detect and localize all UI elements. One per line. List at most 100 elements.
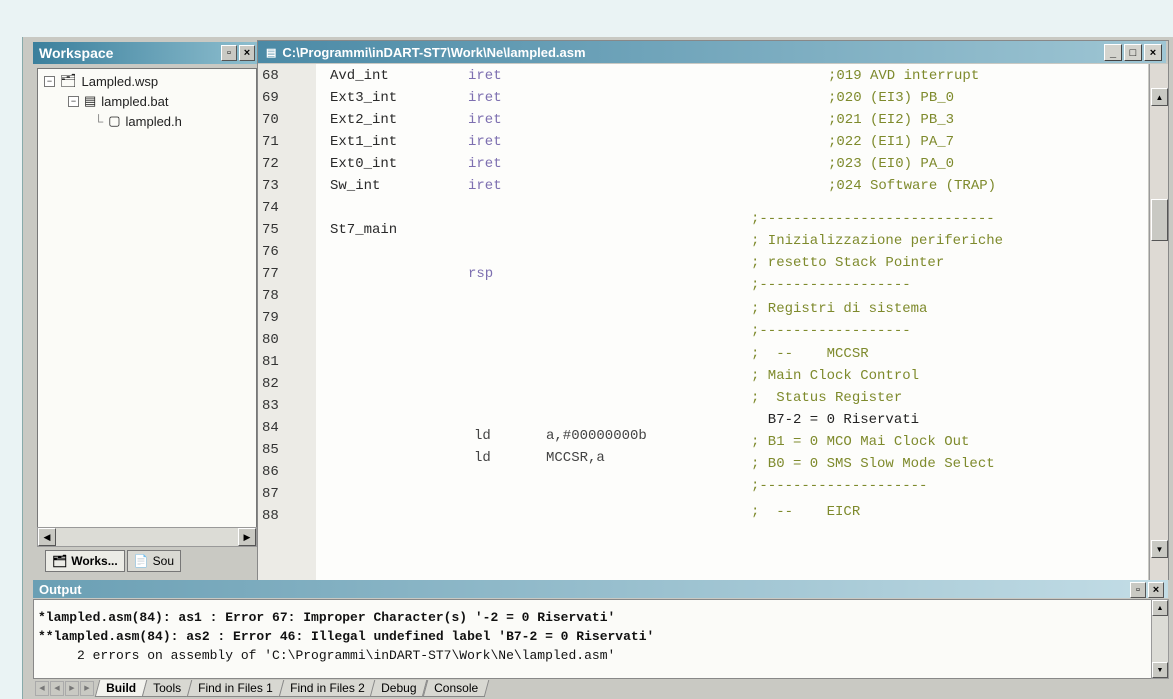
line-number: 73 bbox=[262, 178, 279, 194]
minimize-icon[interactable]: _ bbox=[1104, 44, 1122, 61]
workspace-icon: 🗂 bbox=[52, 554, 68, 568]
tab-build[interactable]: Build bbox=[94, 679, 148, 697]
tab-debug[interactable]: Debug bbox=[370, 679, 429, 697]
tree-branch-icon: └ bbox=[94, 113, 104, 129]
workspace-file-icon: 🗂 bbox=[60, 73, 77, 88]
output-log[interactable]: *lampled.asm(84): as1 : Error 67: Improp… bbox=[33, 599, 1153, 679]
scroll-right-icon[interactable]: ▶ bbox=[238, 528, 256, 546]
output-titlebar[interactable]: Output ▫ × bbox=[33, 580, 1168, 598]
tab-find-in-files-2[interactable]: Find in Files 2 bbox=[278, 679, 376, 697]
panel-grip-icon[interactable]: ▫ bbox=[221, 45, 237, 61]
code-label: St7_main bbox=[330, 222, 398, 238]
scroll-down-icon[interactable]: ▼ bbox=[1151, 540, 1168, 558]
tab-workspace[interactable]: 🗂 Works... bbox=[45, 550, 125, 572]
code-comment: ;021 (EI2) PB_3 bbox=[828, 112, 955, 128]
close-icon[interactable]: × bbox=[1148, 582, 1164, 598]
tree-item-label: lampled.h bbox=[125, 113, 182, 129]
line-number: 77 bbox=[262, 266, 279, 282]
code-area[interactable]: Avd_int iret ;019 AVD interrupt Ext3_int… bbox=[316, 64, 1148, 582]
code-instruction: iret bbox=[468, 178, 502, 194]
line-number: 88 bbox=[262, 508, 279, 524]
workspace-hscrollbar[interactable]: ◀ ▶ bbox=[37, 527, 257, 547]
code-label: Avd_int bbox=[330, 68, 389, 84]
line-number: 72 bbox=[262, 156, 279, 172]
code-label: Sw_int bbox=[330, 178, 381, 194]
line-number: 80 bbox=[262, 332, 279, 348]
tab-label: Find in Files 2 bbox=[289, 680, 365, 695]
scroll-up-icon[interactable]: ▲ bbox=[1151, 88, 1168, 106]
code-comment: ;023 (EI0) PA_0 bbox=[828, 156, 955, 172]
last-tab-icon[interactable]: ▶ bbox=[80, 680, 94, 696]
maximize-icon[interactable]: □ bbox=[1124, 44, 1142, 61]
code-instruction: iret bbox=[468, 156, 502, 172]
scroll-thumb[interactable] bbox=[1151, 199, 1168, 241]
code-label: Ext0_int bbox=[330, 156, 398, 172]
line-number: 85 bbox=[262, 442, 279, 458]
code-comment: ; Status Register bbox=[751, 390, 903, 406]
tree-item-bat[interactable]: − ▤ lampled.bat bbox=[68, 93, 169, 109]
close-icon[interactable]: × bbox=[1144, 44, 1162, 61]
code-instruction: iret bbox=[468, 112, 502, 128]
code-comment: ;------------------ bbox=[751, 323, 911, 339]
tab-label: Build bbox=[106, 680, 137, 695]
tree-item-label: Lampled.wsp bbox=[81, 73, 159, 89]
window-controls: _ □ × bbox=[1104, 44, 1162, 61]
output-vscrollbar[interactable]: ▲ ▼ bbox=[1151, 599, 1169, 679]
output-error-line: *lampled.asm(84): as1 : Error 67: Improp… bbox=[38, 610, 616, 625]
output-summary-line: 2 errors on assembly of 'C:\Programmi\in… bbox=[38, 648, 616, 663]
output-tabs: ◀ ◀ ▶ ▶ Build Tools Find in Files 1 Find… bbox=[35, 679, 490, 697]
code-instruction: ld bbox=[474, 450, 491, 466]
code-comment: ;019 AVD interrupt bbox=[828, 68, 980, 84]
tab-label: Debug bbox=[381, 680, 417, 695]
close-icon[interactable]: × bbox=[239, 45, 255, 61]
workspace-tabs: 🗂 Works... 📄 Sou bbox=[45, 550, 182, 572]
output-title: Output bbox=[39, 581, 82, 597]
scroll-up-icon[interactable]: ▲ bbox=[1152, 600, 1168, 616]
line-number: 82 bbox=[262, 376, 279, 392]
code-comment: ; Main Clock Control bbox=[751, 368, 920, 384]
code-comment: ; Inizializzazione periferiche bbox=[751, 233, 1004, 249]
code-operand: MCCSR,a bbox=[546, 450, 605, 466]
code-comment: ; B0 = 0 SMS Slow Mode Select bbox=[751, 456, 995, 472]
code-label: Ext2_int bbox=[330, 112, 398, 128]
workspace-panel: Workspace ▫ × − 🗂 Lampled.wsp − ▤ lample… bbox=[33, 42, 259, 579]
prev-tab-icon[interactable]: ◀ bbox=[50, 680, 64, 696]
code-comment: ; -- MCCSR bbox=[751, 346, 869, 362]
line-number: 86 bbox=[262, 464, 279, 480]
code-instruction: iret bbox=[468, 90, 502, 106]
scroll-left-icon[interactable]: ◀ bbox=[38, 528, 56, 546]
workspace-titlebar[interactable]: Workspace ▫ × bbox=[33, 42, 259, 64]
panel-grip-icon[interactable]: ▫ bbox=[1130, 582, 1146, 598]
document-icon: ▤ bbox=[266, 46, 277, 59]
editor-titlebar[interactable]: ▤ C:\Programmi\inDART-ST7\Work\Ne\lample… bbox=[258, 41, 1166, 63]
tree-item-label: lampled.bat bbox=[101, 93, 169, 109]
tab-label: Find in Files 1 bbox=[198, 680, 273, 695]
code-comment: ; B1 = 0 MCO Mai Clock Out bbox=[751, 434, 970, 450]
tab-label: Tools bbox=[153, 680, 182, 695]
tree-item-header[interactable]: └ ▢ lampled.h bbox=[94, 113, 182, 129]
next-tab-icon[interactable]: ▶ bbox=[65, 680, 79, 696]
first-tab-icon[interactable]: ◀ bbox=[35, 680, 49, 696]
document-icon: ▤ bbox=[84, 93, 97, 108]
tab-find-in-files-1[interactable]: Find in Files 1 bbox=[186, 679, 284, 697]
scroll-down-icon[interactable]: ▼ bbox=[1152, 662, 1168, 678]
tab-tools[interactable]: Tools bbox=[141, 679, 193, 697]
collapse-toggle[interactable]: − bbox=[68, 95, 79, 107]
editor-vscrollbar[interactable]: ▲ ▼ bbox=[1149, 64, 1168, 582]
tab-console[interactable]: Console bbox=[422, 679, 490, 697]
line-number: 83 bbox=[262, 398, 279, 414]
tree-item-workspace[interactable]: − 🗂 Lampled.wsp bbox=[44, 73, 158, 89]
line-number: 76 bbox=[262, 244, 279, 260]
code-comment: ;024 Software (TRAP) bbox=[828, 178, 997, 194]
ide-window: Workspace ▫ × − 🗂 Lampled.wsp − ▤ lample… bbox=[22, 37, 1173, 699]
collapse-toggle[interactable]: − bbox=[44, 75, 55, 87]
tab-source[interactable]: 📄 Sou bbox=[126, 550, 182, 572]
code-comment: ; -- EICR bbox=[751, 504, 861, 520]
code-comment: ;---------------------------- bbox=[751, 211, 995, 227]
line-number: 84 bbox=[262, 420, 279, 436]
code-instruction: rsp bbox=[468, 266, 494, 282]
tab-label: Console bbox=[433, 680, 478, 695]
code-instruction: iret bbox=[468, 68, 502, 84]
tab-label: Sou bbox=[152, 554, 175, 568]
line-number: 87 bbox=[262, 486, 279, 502]
